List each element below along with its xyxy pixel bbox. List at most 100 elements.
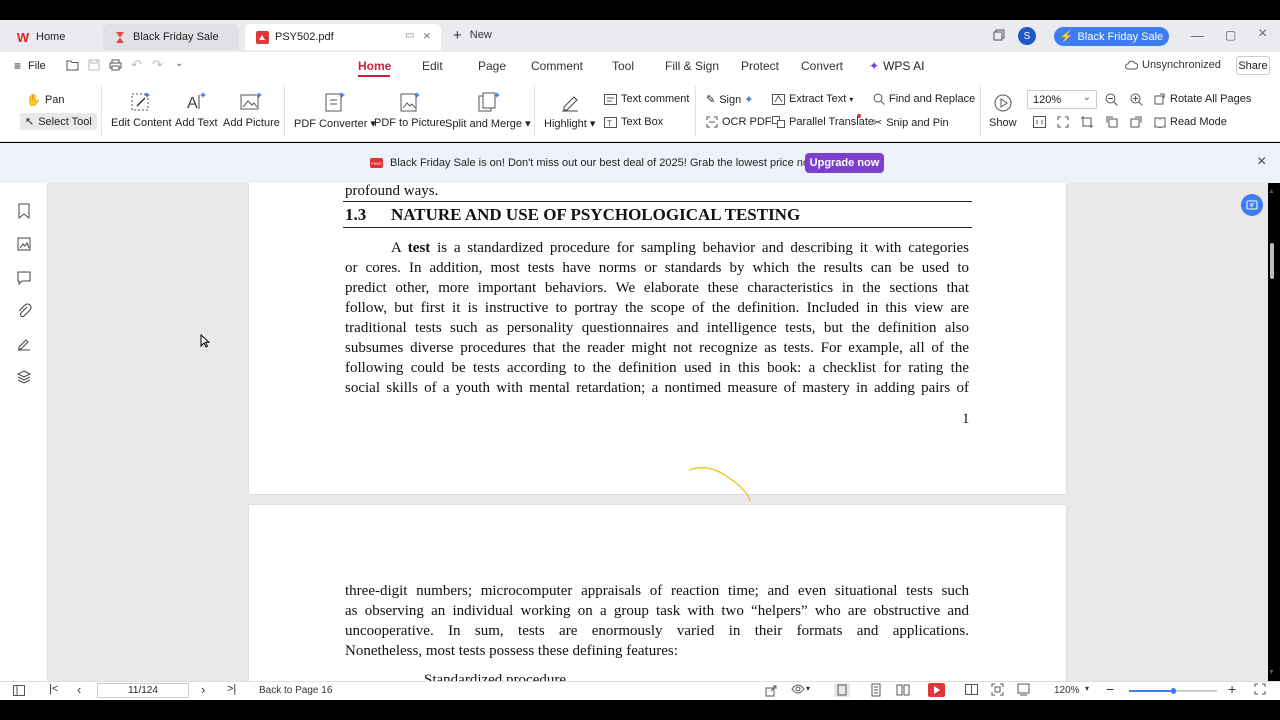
chevron-down-icon[interactable]: ▾ xyxy=(806,684,810,693)
export-icon[interactable] xyxy=(765,685,777,697)
two-page-view-icon[interactable] xyxy=(896,683,910,697)
toggle-sidebar-icon[interactable] xyxy=(13,685,25,696)
highlight-button[interactable]: Highlight ▾ xyxy=(544,91,595,130)
maximize-icon[interactable]: ▢ xyxy=(1225,28,1236,42)
ai-assistant-icon[interactable] xyxy=(1241,194,1263,216)
play-slideshow-icon[interactable] xyxy=(928,683,945,697)
fit-width-icon[interactable] xyxy=(1057,116,1069,128)
status-zoom-value[interactable]: 120% xyxy=(1054,685,1080,696)
ocr-pdf-button[interactable]: OCR PDF xyxy=(706,116,772,128)
close-window-icon[interactable]: × xyxy=(1258,25,1267,43)
first-page-icon[interactable]: |< xyxy=(49,683,58,695)
read-mode-button[interactable]: Read Mode xyxy=(1154,116,1227,128)
eye-icon[interactable] xyxy=(791,684,805,694)
text-comment-button[interactable]: Text comment xyxy=(604,93,689,105)
continuous-view-icon[interactable] xyxy=(869,683,883,697)
file-menu[interactable]: ≡ File xyxy=(14,59,46,73)
zoom-out-button[interactable]: − xyxy=(1106,681,1114,697)
menu-wps-ai-label: WPS AI xyxy=(883,59,925,73)
menu-page[interactable]: Page xyxy=(478,59,506,73)
previous-page-icon[interactable]: ‹ xyxy=(77,682,81,697)
find-replace-button[interactable]: Find and Replace xyxy=(873,93,975,105)
zoom-in-icon[interactable] xyxy=(1130,93,1143,106)
comment-icon[interactable] xyxy=(16,270,32,286)
menu-fill-sign[interactable]: Fill & Sign xyxy=(665,59,719,73)
layers-icon[interactable] xyxy=(16,369,32,385)
book-view-icon[interactable] xyxy=(965,683,978,696)
rotate-right-icon[interactable] xyxy=(1130,116,1142,128)
multi-window-icon[interactable] xyxy=(993,29,1005,41)
close-banner-icon[interactable]: × xyxy=(1257,153,1266,171)
new-tab-button[interactable]: + New xyxy=(453,28,492,43)
fullscreen-icon[interactable] xyxy=(1254,683,1266,695)
menu-comment[interactable]: Comment xyxy=(531,59,583,73)
fullscreen-fit-icon[interactable] xyxy=(991,683,1004,696)
crop-icon[interactable] xyxy=(1081,116,1093,128)
black-friday-button[interactable]: ⚡ Black Friday Sale xyxy=(1054,27,1169,46)
scroll-up-arrow-icon[interactable]: ▲ xyxy=(1268,188,1275,195)
show-button[interactable]: Show xyxy=(989,93,1017,129)
menu-convert[interactable]: Convert xyxy=(801,59,843,73)
sync-status[interactable]: Unsynchronized xyxy=(1125,59,1221,71)
document-viewport[interactable]: profound ways. 1.3 NATURE AND USE OF PSY… xyxy=(48,183,1268,681)
rotate-left-icon[interactable] xyxy=(1106,116,1118,128)
scrollbar-thumb[interactable] xyxy=(1270,243,1274,279)
thumbnail-icon[interactable] xyxy=(16,236,32,252)
zoom-slider[interactable] xyxy=(1129,688,1217,694)
edit-content-icon xyxy=(129,91,153,113)
add-picture-button[interactable]: Add Picture xyxy=(223,91,280,129)
single-page-view-icon[interactable] xyxy=(834,683,850,697)
zoom-select[interactable]: 120% ⌄ xyxy=(1027,90,1097,109)
tab-home[interactable]: W Home xyxy=(6,24,98,50)
menu-edit[interactable]: Edit xyxy=(422,59,443,73)
text-box-button[interactable]: T Text Box xyxy=(604,116,663,128)
close-tab-icon[interactable]: × xyxy=(423,28,431,43)
pdf-converter-label-wrap: PDF Converter ▾ xyxy=(294,118,376,130)
menu-tool[interactable]: Tool xyxy=(612,59,634,73)
split-merge-button[interactable]: Split and Merge ▾ xyxy=(445,91,531,130)
edit-content-button[interactable]: Edit Content xyxy=(111,91,172,129)
menu-wps-ai[interactable]: ✦ WPS AI xyxy=(869,59,924,73)
tab-black-friday[interactable]: Black Friday Sale xyxy=(103,24,239,50)
undo-icon[interactable]: ↶ xyxy=(131,57,142,73)
signature-icon[interactable] xyxy=(16,336,32,352)
last-page-icon[interactable]: >| xyxy=(227,683,236,695)
sync-status-label: Unsynchronized xyxy=(1142,59,1221,71)
tab-document[interactable]: PSY502.pdf ▭ × xyxy=(245,24,441,50)
save-icon[interactable] xyxy=(88,59,100,71)
avatar[interactable]: S xyxy=(1018,27,1036,45)
window-restore-icon[interactable]: ▭ xyxy=(405,30,414,41)
zoom-slider-thumb[interactable] xyxy=(1171,688,1176,694)
print-icon[interactable] xyxy=(109,59,122,71)
extract-text-button[interactable]: Extract Text ▾ xyxy=(772,93,853,105)
scroll-down-arrow-icon[interactable]: ▼ xyxy=(1268,669,1275,676)
crop-view-icon[interactable] xyxy=(1017,683,1030,696)
open-folder-icon[interactable] xyxy=(66,59,79,71)
minimize-icon[interactable]: — xyxy=(1191,28,1204,43)
ocr-icon xyxy=(706,116,718,128)
zoom-out-icon[interactable] xyxy=(1105,93,1118,106)
snip-pin-button[interactable]: ✂ Snip and Pin xyxy=(873,116,949,130)
bookmark-icon[interactable] xyxy=(16,203,32,219)
pdf-to-picture-button[interactable]: PDF to Picture xyxy=(374,91,446,129)
pdf-converter-button[interactable]: PDF Converter ▾ xyxy=(294,91,376,130)
select-tool[interactable]: ↖ Select Tool xyxy=(20,113,97,130)
chevron-down-icon[interactable]: ⌄ xyxy=(175,58,183,69)
back-to-page-link[interactable]: Back to Page 16 xyxy=(259,685,332,696)
add-text-button[interactable]: A Add Text xyxy=(175,91,218,129)
chevron-down-icon[interactable]: ▾ xyxy=(1085,684,1089,693)
next-page-icon[interactable]: › xyxy=(201,682,205,697)
share-button[interactable]: Share xyxy=(1236,56,1270,75)
fit-page-icon[interactable] xyxy=(1033,116,1046,128)
pan-tool[interactable]: ✋ Pan xyxy=(26,93,65,107)
page-number-input[interactable]: 11/124 xyxy=(97,683,189,698)
menu-home[interactable]: Home xyxy=(358,59,391,73)
upgrade-now-button[interactable]: Upgrade now xyxy=(805,153,884,173)
sign-button[interactable]: ✎ Sign ✦ xyxy=(706,93,753,107)
menu-protect[interactable]: Protect xyxy=(741,59,779,73)
cursor-icon: ↖ xyxy=(25,116,35,128)
zoom-in-button[interactable]: + xyxy=(1228,681,1236,697)
redo-icon[interactable]: ↷ xyxy=(152,57,163,73)
rotate-all-button[interactable]: Rotate All Pages xyxy=(1154,93,1251,105)
attachment-icon[interactable] xyxy=(16,303,32,319)
